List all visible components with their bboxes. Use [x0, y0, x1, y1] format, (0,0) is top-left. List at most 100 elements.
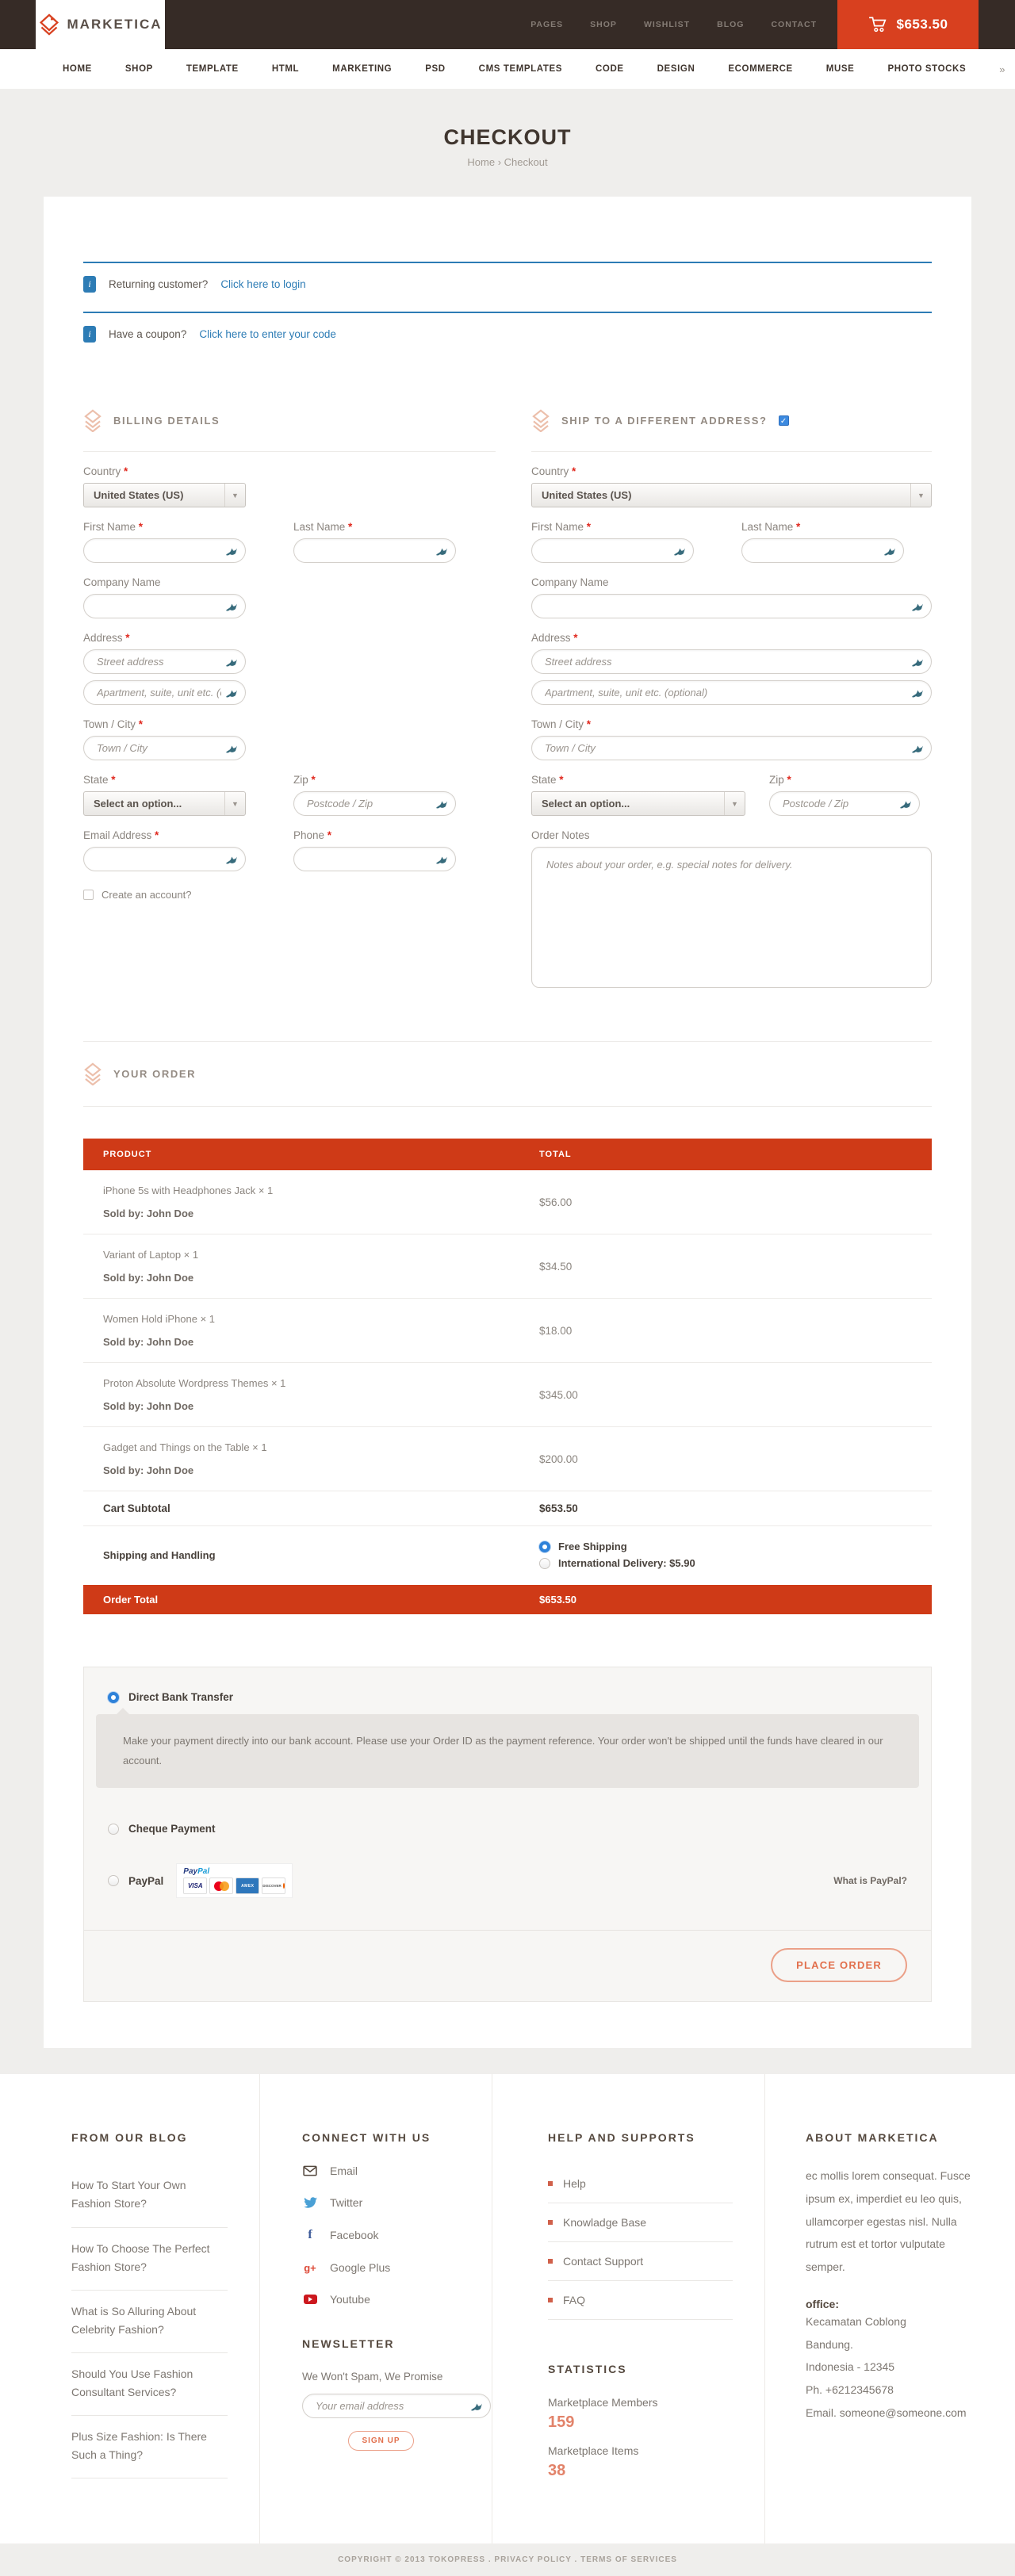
create-account-checkbox[interactable] — [83, 890, 94, 900]
shipping-last-name-input[interactable] — [742, 539, 903, 562]
menu-marketing[interactable]: MARKETING — [332, 64, 392, 74]
billing-zip-field[interactable] — [293, 791, 456, 816]
menu-photo-stocks[interactable]: PHOTO STOCKS — [887, 64, 966, 74]
international-delivery-label: International Delivery: $5.90 — [558, 1557, 695, 1569]
autofill-icon — [911, 688, 924, 699]
shipping-company-field[interactable] — [531, 594, 932, 618]
shipping-apartment-input[interactable] — [532, 681, 931, 704]
breadcrumb-current: Checkout — [504, 156, 548, 168]
menu-shop[interactable]: SHOP — [125, 64, 153, 74]
billing-phone-input[interactable] — [294, 848, 455, 871]
breadcrumb-separator: › — [498, 156, 501, 168]
contact-support-link[interactable]: Contact Support — [548, 2242, 733, 2281]
billing-apartment-field[interactable] — [83, 680, 246, 705]
coupon-link[interactable]: Click here to enter your code — [199, 328, 336, 340]
shipping-last-name-field[interactable] — [741, 538, 904, 563]
billing-email-field[interactable] — [83, 847, 246, 871]
shipping-company-input[interactable] — [532, 595, 931, 618]
shipping-apartment-field[interactable] — [531, 680, 932, 705]
shipping-first-name-input[interactable] — [532, 539, 693, 562]
international-delivery-radio[interactable] — [539, 1558, 550, 1569]
billing-first-name-field[interactable] — [83, 538, 246, 563]
what-is-paypal-link[interactable]: What is PayPal? — [833, 1875, 907, 1886]
shipping-street-input[interactable] — [532, 650, 931, 673]
signup-button[interactable]: SIGN UP — [348, 2431, 413, 2451]
billing-country-select[interactable]: United States (US) ▼ — [83, 483, 246, 507]
shipping-street-field[interactable] — [531, 649, 932, 674]
cheque-payment-radio[interactable] — [108, 1824, 119, 1835]
shipping-first-name-field[interactable] — [531, 538, 694, 563]
login-link[interactable]: Click here to login — [220, 278, 305, 290]
menu-home[interactable]: HOME — [63, 64, 92, 74]
blog-post-link[interactable]: How To Start Your Own Fashion Store? — [71, 2165, 228, 2227]
menu-design[interactable]: DESIGN — [657, 64, 695, 74]
newsletter-email-input[interactable] — [303, 2394, 490, 2417]
blog-post-link[interactable]: How To Choose The Perfect Fashion Store? — [71, 2228, 228, 2291]
shipping-zip-field[interactable] — [769, 791, 920, 816]
blog-post-link[interactable]: Plus Size Fashion: Is There Such a Thing… — [71, 2416, 228, 2478]
blog-post-link[interactable]: Should You Use Fashion Consultant Servic… — [71, 2353, 228, 2416]
ship-different-checkbox[interactable]: ✓ — [779, 415, 789, 426]
billing-street-input[interactable] — [84, 650, 245, 673]
accepted-cards-image: PayPal VISA AMEX DISCOVER — [176, 1863, 293, 1898]
stat-value: 159 — [548, 2413, 733, 2432]
your-order-heading: YOUR ORDER — [113, 1068, 196, 1080]
menu-muse[interactable]: MUSE — [826, 64, 855, 74]
shipping-town-input[interactable] — [532, 737, 931, 760]
menu-cms-templates[interactable]: CMS TEMPLATES — [479, 64, 562, 74]
amex-icon: AMEX — [236, 1877, 259, 1894]
autofill-icon — [899, 799, 912, 810]
billing-company-field[interactable] — [83, 594, 246, 618]
email-link[interactable]: Email — [302, 2165, 460, 2177]
shipping-zip-input[interactable] — [770, 792, 919, 815]
nav-pages[interactable]: PAGES — [530, 20, 563, 29]
billing-company-input[interactable] — [84, 595, 245, 618]
billing-email-input[interactable] — [84, 848, 245, 871]
menu-more-icon[interactable]: » — [999, 63, 1005, 75]
billing-phone-field[interactable] — [293, 847, 456, 871]
email-label: Email Address — [83, 829, 246, 841]
nav-wishlist[interactable]: WISHLIST — [644, 20, 690, 29]
autofill-icon — [911, 602, 924, 612]
help-link[interactable]: Help — [548, 2165, 733, 2203]
youtube-link[interactable]: Youtube — [302, 2293, 460, 2306]
billing-street-field[interactable] — [83, 649, 246, 674]
logo[interactable]: MARKETICA — [36, 0, 165, 49]
menu-psd[interactable]: PSD — [425, 64, 445, 74]
nav-blog[interactable]: BLOG — [717, 20, 744, 29]
bank-transfer-radio[interactable] — [108, 1692, 119, 1703]
knowledge-base-link[interactable]: Knowladge Base — [548, 2203, 733, 2242]
menu-html[interactable]: HTML — [272, 64, 299, 74]
newsletter-email-field[interactable] — [302, 2394, 491, 2418]
paypal-radio[interactable] — [108, 1875, 119, 1886]
address-label: Address — [83, 632, 496, 644]
order-notes-textarea[interactable] — [531, 847, 932, 988]
twitter-link[interactable]: Twitter — [302, 2196, 460, 2209]
billing-apartment-input[interactable] — [84, 681, 245, 704]
billing-first-name-input[interactable] — [84, 539, 245, 562]
company-label: Company Name — [83, 576, 496, 588]
facebook-link[interactable]: f Facebook — [302, 2228, 460, 2242]
menu-template[interactable]: TEMPLATE — [186, 64, 239, 74]
billing-zip-input[interactable] — [294, 792, 455, 815]
nav-shop[interactable]: SHOP — [590, 20, 617, 29]
blog-post-link[interactable]: What is So Alluring About Celebrity Fash… — [71, 2291, 228, 2353]
breadcrumb-home[interactable]: Home — [467, 156, 495, 168]
billing-last-name-input[interactable] — [294, 539, 455, 562]
shipping-state-select[interactable]: Select an option... ▼ — [531, 791, 745, 816]
menu-code[interactable]: CODE — [596, 64, 624, 74]
place-order-button[interactable]: PLACE ORDER — [771, 1948, 907, 1982]
billing-state-select[interactable]: Select an option... ▼ — [83, 791, 246, 816]
faq-link[interactable]: FAQ — [548, 2281, 733, 2320]
free-shipping-radio[interactable] — [539, 1541, 550, 1552]
google-plus-link[interactable]: g+ Google Plus — [302, 2261, 460, 2274]
billing-town-input[interactable] — [84, 737, 245, 760]
shipping-country-select[interactable]: United States (US) ▼ — [531, 483, 932, 507]
billing-town-field[interactable] — [83, 736, 246, 760]
nav-contact[interactable]: CONTACT — [771, 20, 817, 29]
menu-ecommerce[interactable]: ECOMMERCE — [728, 64, 792, 74]
stacked-tags-icon — [83, 1062, 102, 1085]
shipping-town-field[interactable] — [531, 736, 932, 760]
cart-button[interactable]: $653.50 — [837, 0, 979, 49]
billing-last-name-field[interactable] — [293, 538, 456, 563]
